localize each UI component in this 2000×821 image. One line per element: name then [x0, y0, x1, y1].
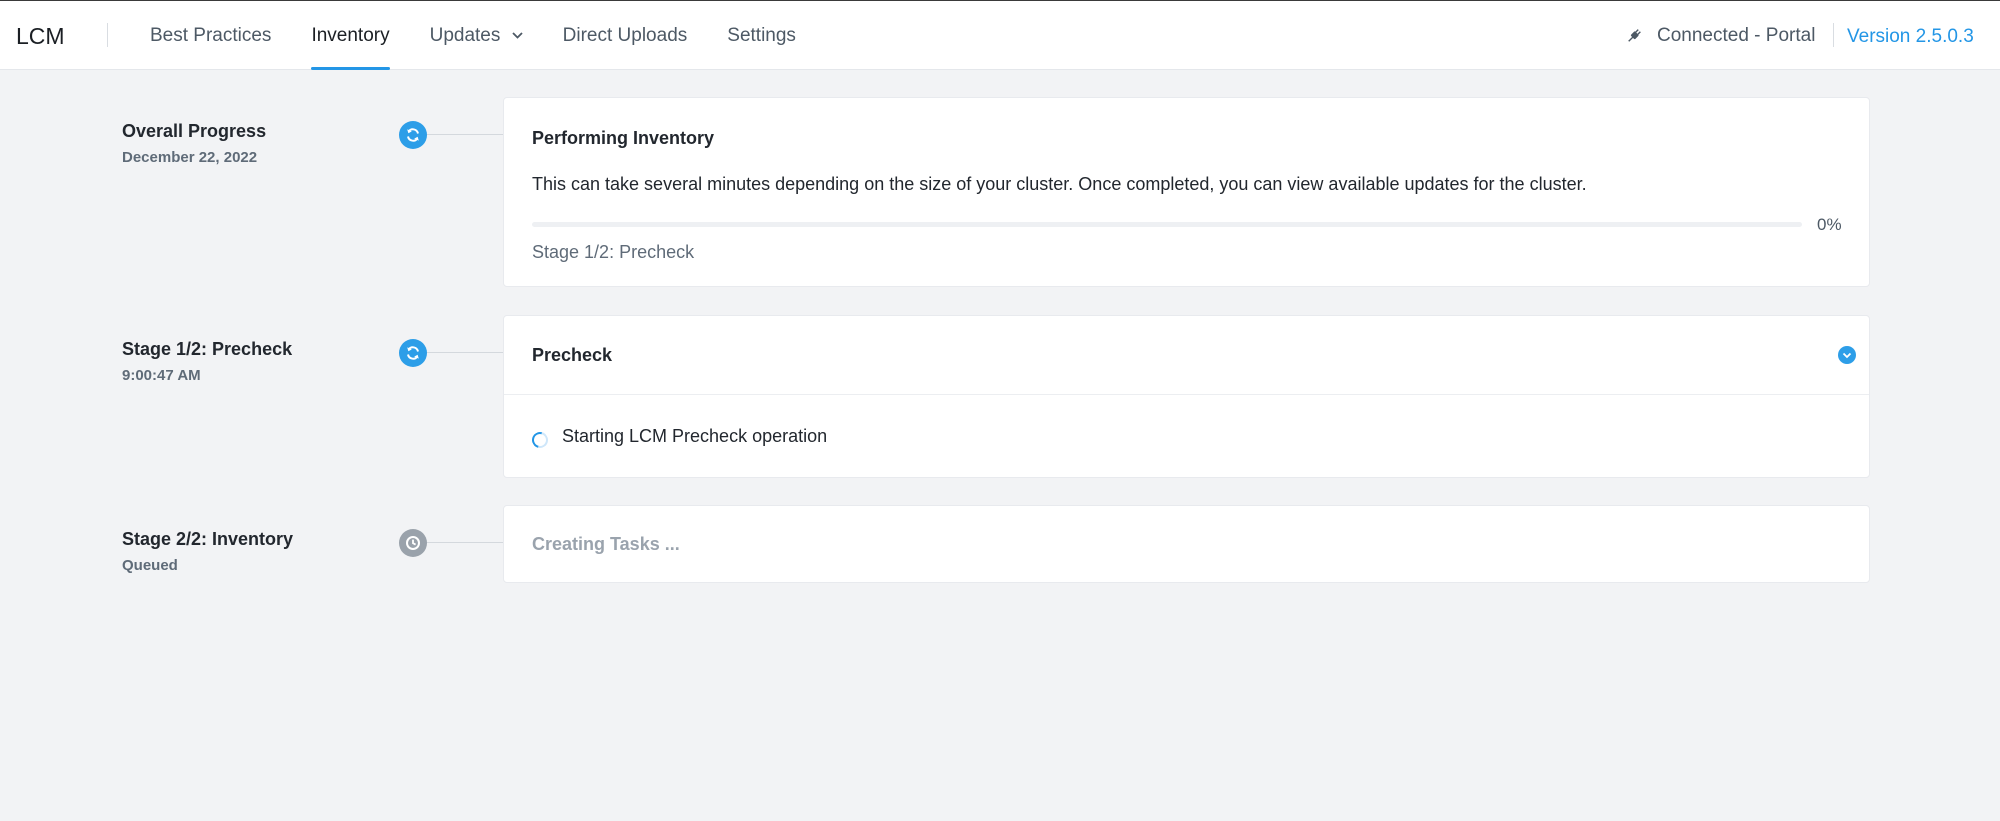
tab-direct-uploads[interactable]: Direct Uploads — [543, 1, 708, 70]
chevron-down-icon — [512, 0, 523, 69]
sync-icon — [399, 121, 427, 149]
precheck-card: Precheck Starting LCM Precheck operation — [503, 315, 1870, 478]
tab-label: Best Practices — [150, 25, 272, 46]
overall-progress-label: Overall Progress December 22, 2022 — [122, 121, 266, 166]
task-item: Starting LCM Precheck operation — [529, 426, 828, 451]
precheck-card-title: Precheck — [532, 345, 613, 365]
tab-label: Settings — [727, 25, 796, 46]
card-divider — [504, 394, 1869, 395]
version-link[interactable]: Version 2.5.0.3 — [1847, 1, 1974, 71]
progress-percent: 0% — [1817, 215, 1842, 234]
tab-settings[interactable]: Settings — [707, 1, 816, 70]
chevron-down-icon — [1842, 352, 1852, 359]
connection-status-text: Connected - Portal — [1657, 25, 1816, 46]
sync-icon — [399, 339, 427, 367]
tab-inventory[interactable]: Inventory — [291, 1, 409, 70]
precheck-stage-title: Stage 1/2: Precheck — [122, 339, 293, 359]
progress-bar — [532, 222, 1802, 227]
timeline-connector — [426, 542, 504, 543]
top-navigation-bar: LCM Best Practices Inventory Updates Dir… — [0, 0, 2000, 70]
current-stage-text: Stage 1/2: Precheck — [532, 242, 695, 262]
tab-label: Direct Uploads — [562, 25, 688, 46]
task-text: Starting LCM Precheck operation — [562, 426, 828, 446]
card-title: Performing Inventory — [532, 128, 715, 148]
tab-label: Inventory — [311, 25, 390, 46]
card-description: This can take several minutes depending … — [532, 174, 1587, 194]
collapse-button[interactable] — [1838, 346, 1856, 364]
precheck-stage-time: 9:00:47 AM — [122, 367, 201, 384]
inventory-stage-label: Stage 2/2: Inventory Queued — [122, 529, 293, 574]
timeline-connector — [426, 134, 504, 135]
performing-inventory-card: Performing Inventory This can take sever… — [503, 97, 1870, 287]
timeline-connector — [426, 352, 504, 353]
title-separator — [107, 23, 108, 47]
overall-progress-date: December 22, 2022 — [122, 149, 258, 166]
tab-label: Updates — [429, 25, 501, 47]
app-title: LCM — [16, 23, 65, 49]
clock-icon — [399, 529, 427, 557]
inventory-stage-status: Queued — [122, 557, 178, 574]
precheck-stage-label: Stage 1/2: Precheck 9:00:47 AM — [122, 339, 292, 384]
overall-progress-title: Overall Progress — [122, 121, 267, 141]
creating-tasks-text: Creating Tasks ... — [532, 534, 680, 554]
connection-status: Connected - Portal — [1625, 1, 1815, 71]
inventory-card: Creating Tasks ... — [503, 505, 1870, 583]
plug-icon — [1625, 27, 1643, 45]
tab-updates[interactable]: Updates — [410, 1, 543, 70]
main-nav: Best Practices Inventory Updates Direct … — [130, 1, 816, 70]
tab-best-practices[interactable]: Best Practices — [130, 1, 291, 70]
header-separator — [1833, 23, 1834, 47]
inventory-stage-title: Stage 2/2: Inventory — [122, 529, 294, 549]
loading-spinner-icon — [529, 428, 551, 451]
